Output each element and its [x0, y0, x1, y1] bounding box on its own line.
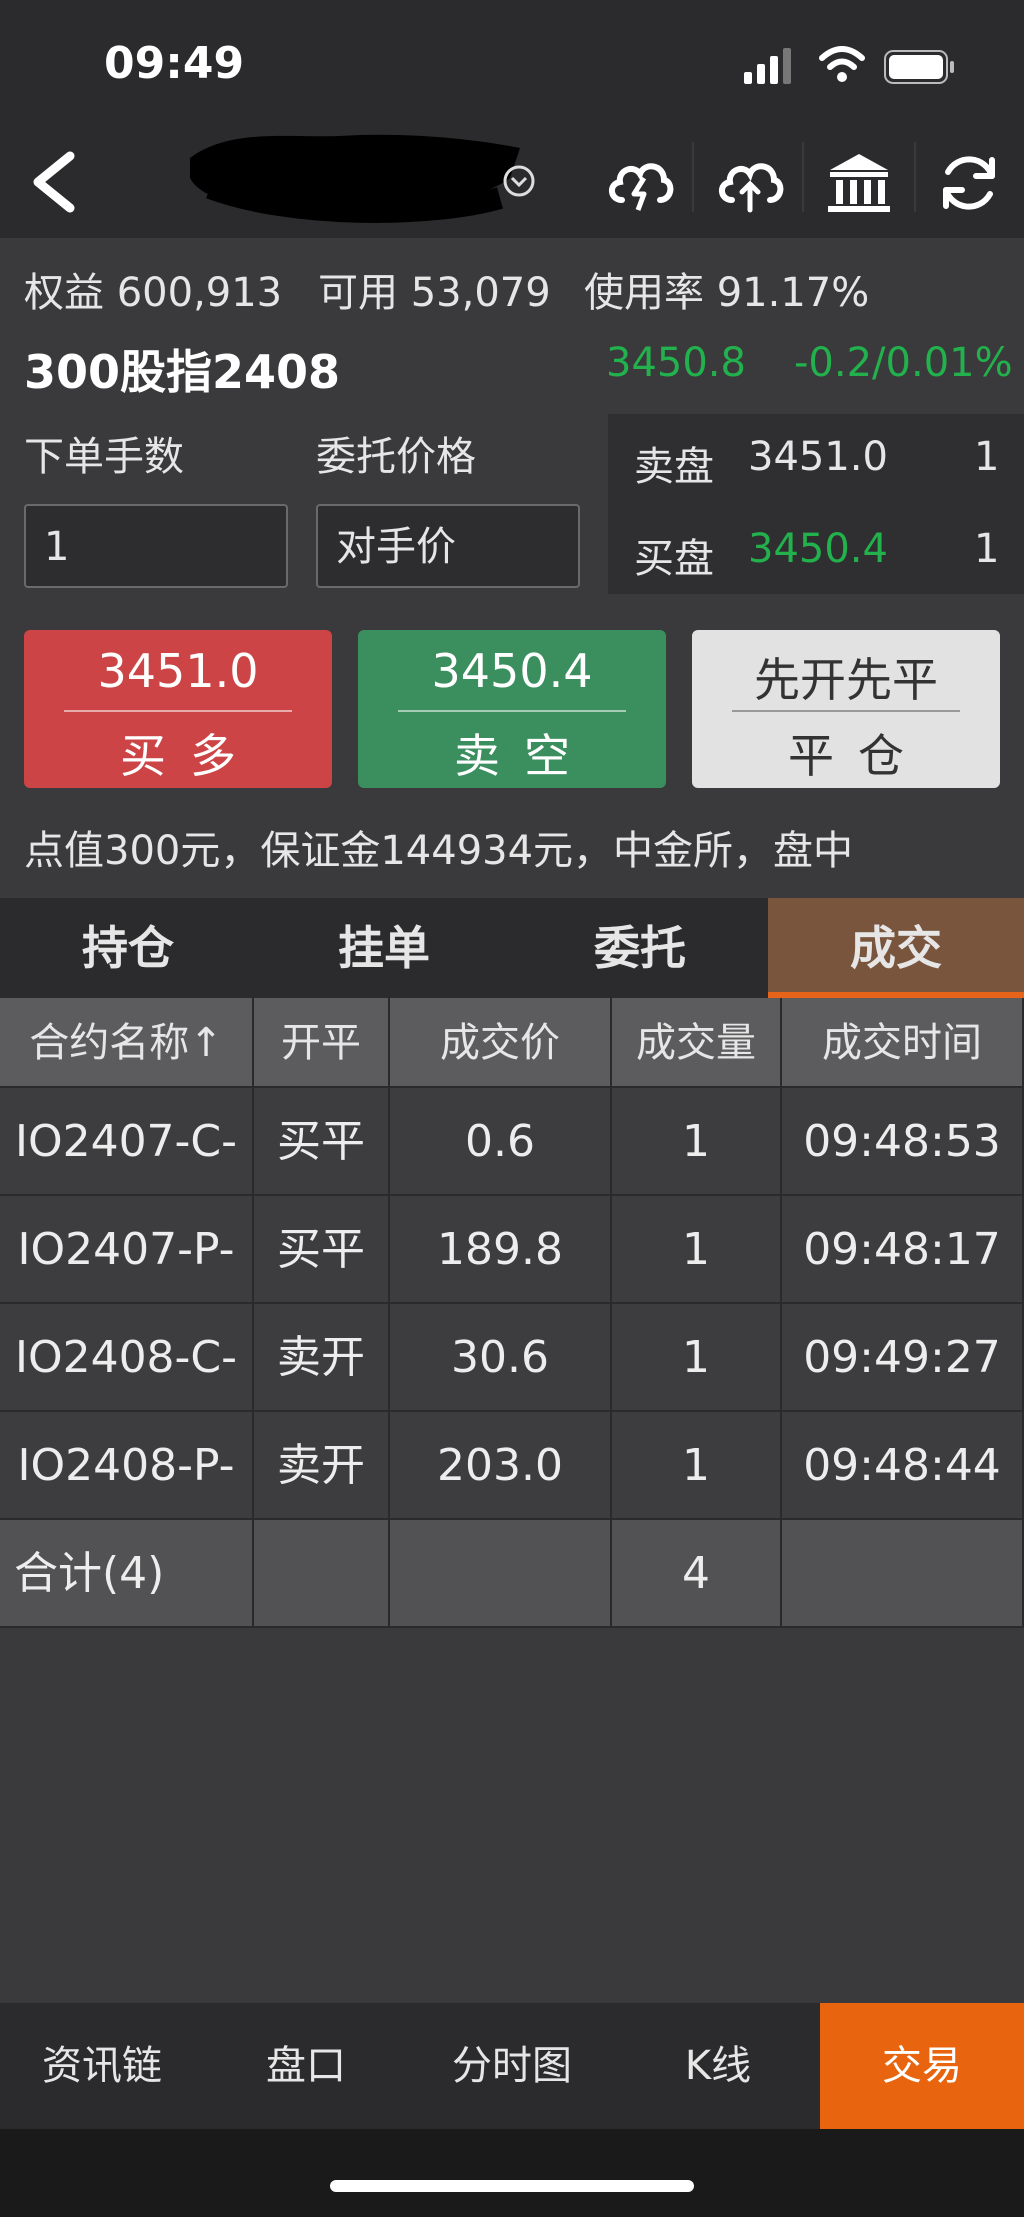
status-bar: 09:49 [0, 0, 1024, 120]
equity-value: 600,913 [116, 270, 283, 316]
col-time[interactable]: 成交时间 [782, 998, 1024, 1088]
bottom-nav: 资讯链 盘口 分时图 K线 交易 [0, 2003, 1024, 2129]
total-label: 合计(4) [0, 1520, 254, 1628]
sell-price: 3450.4 [431, 644, 593, 698]
trade-open-close: 卖开 [254, 1304, 390, 1412]
trade-price: 203.0 [390, 1412, 612, 1520]
trade-contract[interactable]: IO2407-P-3650 [0, 1196, 254, 1383]
trade-time: 09:48:53 [782, 1088, 1024, 1196]
trade-price: 0.6 [390, 1088, 612, 1196]
tab-trades[interactable]: 成交 [768, 898, 1024, 998]
buy-price: 3451.0 [97, 644, 259, 698]
trade-qty: 1 [612, 1304, 782, 1412]
trade-contract[interactable]: IO2407-C-3600 [0, 1088, 254, 1275]
ask-qty: 1 [974, 434, 1000, 480]
usage-text: 使用率 91.17% [584, 260, 869, 318]
cloud-upload-icon[interactable] [714, 148, 784, 218]
total-empty [782, 1520, 1024, 1628]
trade-open-close: 卖开 [254, 1412, 390, 1520]
total-empty [390, 1520, 612, 1628]
total-empty [254, 1520, 390, 1628]
sell-short-button[interactable]: 3450.4 卖空 [358, 630, 666, 788]
divider [64, 710, 292, 712]
order-book: 卖盘 3451.0 1 买盘 3450.4 1 [608, 414, 1024, 594]
available-value: 53,079 [410, 270, 551, 316]
buy-label: 买多 [120, 729, 260, 783]
home-area [0, 2129, 1024, 2217]
tab-bar: 持仓 挂单 委托 成交 [0, 898, 1024, 998]
col-contract[interactable]: 合约名称↑ [0, 998, 254, 1088]
bank-icon[interactable] [824, 148, 894, 218]
usage-label: 使用率 [584, 270, 704, 316]
divider [732, 710, 960, 712]
col-price[interactable]: 成交价 [390, 998, 612, 1088]
nav-news-chain[interactable]: 资讯链 [0, 2003, 204, 2129]
trade-contract[interactable]: IO2408-P-3650 [0, 1412, 254, 1599]
contract-name[interactable]: 300股指2408 [24, 336, 340, 402]
trade-price: 30.6 [390, 1304, 612, 1412]
available-label: 可用 [318, 270, 398, 316]
last-price: 3450.8 [606, 340, 746, 386]
refresh-icon[interactable] [934, 148, 1004, 218]
price-change: -0.2/0.01% [794, 340, 1013, 386]
total-qty: 4 [612, 1520, 782, 1628]
redacted-title [190, 134, 520, 223]
status-time: 09:49 [104, 38, 245, 89]
wifi-icon [819, 46, 865, 82]
signal-icon [744, 48, 791, 84]
equity-text: 权益 600,913 [24, 260, 282, 318]
nav-divider [692, 142, 694, 212]
close-mode: 先开先平 [754, 653, 938, 707]
cloud-lightning-icon[interactable] [604, 148, 674, 218]
bid-label: 买盘 [634, 536, 714, 582]
nav-kline[interactable]: K线 [616, 2003, 820, 2129]
trade-price: 189.8 [390, 1196, 612, 1304]
col-open-close[interactable]: 开平 [254, 998, 390, 1088]
close-position-button[interactable]: 先开先平 平仓 [692, 630, 1000, 788]
chevron-down-icon[interactable] [502, 164, 536, 198]
nav-divider [914, 142, 916, 212]
sell-label: 卖空 [454, 729, 594, 783]
trade-qty: 1 [612, 1412, 782, 1520]
price-type-label: 委托价格 [316, 434, 476, 480]
buy-long-button[interactable]: 3451.0 买多 [24, 630, 332, 788]
home-indicator[interactable] [330, 2180, 694, 2192]
equity-label: 权益 [24, 270, 104, 316]
trade-qty: 1 [612, 1088, 782, 1196]
tab-positions[interactable]: 持仓 [0, 898, 256, 998]
ask-label: 卖盘 [634, 444, 714, 490]
tab-orders[interactable]: 委托 [512, 898, 768, 998]
contract-info: 点值300元，保证金144934元，中金所，盘中 [24, 828, 854, 874]
trade-time: 09:48:17 [782, 1196, 1024, 1304]
trade-open-close: 买平 [254, 1196, 390, 1304]
bid-row[interactable]: 买盘 3450.4 1 [608, 506, 1024, 596]
trade-qty: 1 [612, 1196, 782, 1304]
back-arrow-icon[interactable] [26, 150, 82, 214]
usage-value: 91.17% [716, 270, 870, 316]
trade-time: 09:48:44 [782, 1412, 1024, 1520]
price-type-select[interactable]: 对手价 [316, 504, 580, 588]
ask-row[interactable]: 卖盘 3451.0 1 [608, 414, 1024, 504]
available-text: 可用 53,079 [318, 260, 551, 318]
nav-order-book[interactable]: 盘口 [204, 2003, 408, 2129]
nav-divider [802, 142, 804, 212]
nav-trade[interactable]: 交易 [820, 2003, 1024, 2129]
bid-price: 3450.4 [748, 526, 888, 572]
bid-qty: 1 [974, 526, 1000, 572]
lots-label: 下单手数 [24, 434, 184, 480]
col-qty[interactable]: 成交量 [612, 998, 782, 1088]
trade-open-close: 买平 [254, 1088, 390, 1196]
battery-icon [884, 50, 954, 84]
lots-input[interactable]: 1 [24, 504, 288, 588]
trade-time: 09:49:27 [782, 1304, 1024, 1412]
close-label: 平仓 [788, 729, 928, 783]
trade-contract[interactable]: IO2408-C-3500 [0, 1304, 254, 1491]
ask-price: 3451.0 [748, 434, 888, 480]
tab-pending[interactable]: 挂单 [256, 898, 512, 998]
nav-intraday-chart[interactable]: 分时图 [408, 2003, 616, 2129]
divider [398, 710, 626, 712]
